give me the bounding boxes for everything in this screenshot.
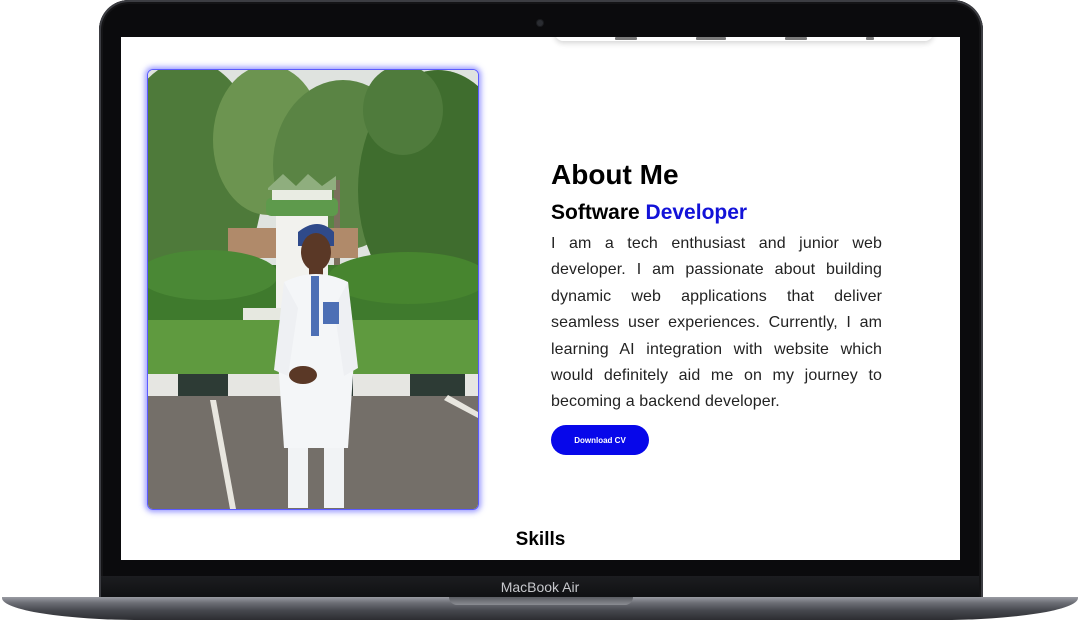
nav-link[interactable] xyxy=(695,37,726,40)
profile-photo xyxy=(147,69,479,510)
camera-icon xyxy=(537,20,543,26)
navbar xyxy=(555,37,933,41)
nav-link[interactable] xyxy=(614,37,637,40)
laptop-notch xyxy=(449,597,633,605)
model-label: MacBook Air xyxy=(500,579,580,595)
nav-links xyxy=(555,37,933,40)
about-subtitle: Software Developer xyxy=(551,199,747,227)
download-cv-button[interactable]: Download CV xyxy=(551,425,649,455)
about-title: About Me xyxy=(551,159,679,190)
subtitle-prefix: Software xyxy=(551,201,640,224)
nav-link[interactable] xyxy=(865,37,874,40)
laptop-screen: About Me Software Developer I am a tech … xyxy=(121,37,960,560)
subtitle-accent: Developer xyxy=(645,201,748,224)
about-paragraph: I am a tech enthusiast and junior web de… xyxy=(551,235,882,411)
nav-link[interactable] xyxy=(784,37,807,40)
skills-heading: Skills xyxy=(515,529,566,550)
